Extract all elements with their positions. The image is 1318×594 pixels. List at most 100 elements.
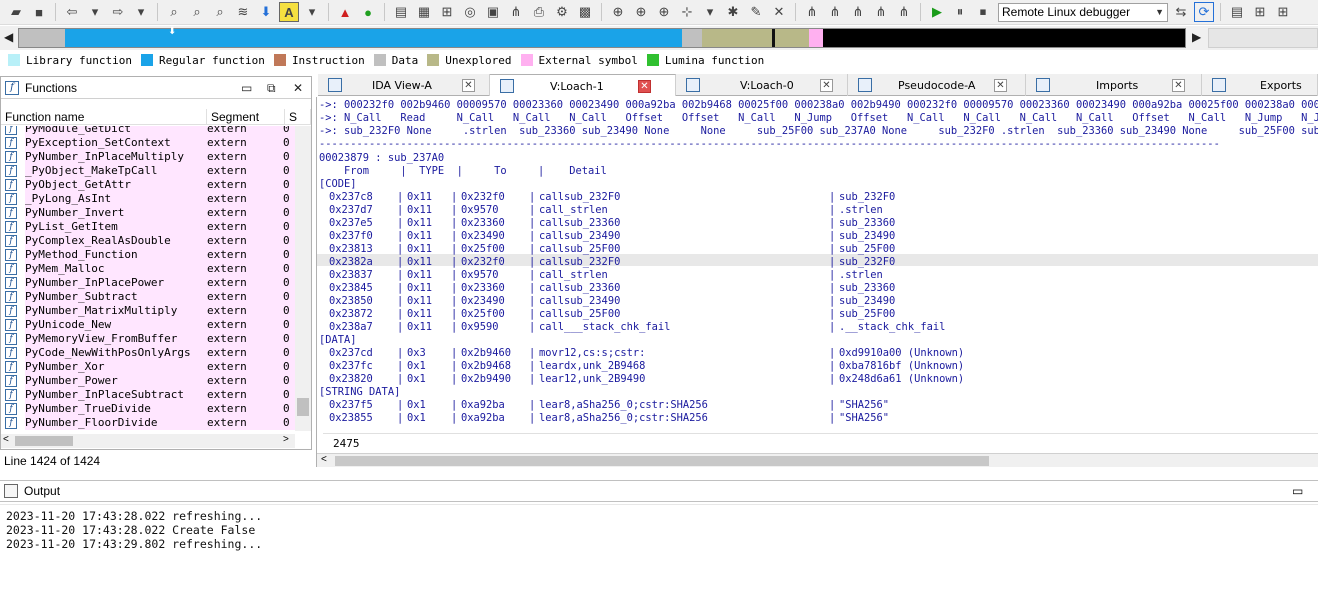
define-array-icon[interactable]: ⊹ — [677, 2, 697, 22]
functions-horizontal-scrollbar[interactable]: < > — [1, 434, 295, 448]
xref-row[interactable]: | | | | 0x23872 0x11 0x25f00 callsub_25F00 sub_2… — [317, 308, 1317, 321]
edit-icon[interactable]: ✎ — [746, 2, 766, 22]
function-row[interactable]: f PyNumber_InPlacePower extern 0 — [1, 276, 295, 290]
functions-vertical-scrollbar[interactable] — [295, 126, 311, 431]
add-breakpoint-icon[interactable]: ⊞ — [1250, 2, 1270, 22]
pause-icon[interactable]: ⏸ — [950, 2, 970, 22]
search-binary-icon[interactable]: ⌕ — [164, 2, 184, 22]
settings-icon[interactable]: ⚙ — [552, 2, 572, 22]
function-row[interactable]: f PyNumber_InPlaceMultiply extern 0 — [1, 150, 295, 164]
stop-icon[interactable]: ⏹ — [973, 2, 993, 22]
function-row[interactable]: f PyNumber_Power extern 0 — [1, 374, 295, 388]
function-row[interactable]: f PyNumber_Invert extern 0 — [1, 206, 295, 220]
tab-close-icon[interactable]: ✕ — [462, 79, 475, 92]
xref-graph-icon[interactable]: ⋔ — [802, 2, 822, 22]
xref-row[interactable]: | | | | 0x2382a 0x11 0x232f0 callsub_232F0 sub_2… — [317, 256, 1317, 269]
define-code-icon[interactable]: ⊕ — [608, 2, 628, 22]
xref-from-icon[interactable]: ⋔ — [848, 2, 868, 22]
back-dropdown-icon[interactable]: ▾ — [85, 2, 105, 22]
scroll-left-icon[interactable]: < — [321, 454, 327, 465]
function-row[interactable]: f PyMemoryView_FromBuffer extern 0 — [1, 332, 295, 346]
xref-row[interactable]: | | | | 0x23837 0x11 0x9570 call_strlen .strlen — [317, 269, 1317, 282]
text-view-icon[interactable]: ▤ — [391, 2, 411, 22]
function-row[interactable]: f _PyLong_AsInt extern 0 — [1, 192, 295, 206]
warning-triangle-icon[interactable]: ▲ — [335, 2, 355, 22]
xref-row[interactable]: | | | | 0x23855 0x1 0xa92ba lear8,aSha256_0;cst… — [317, 412, 1317, 425]
tab-imports[interactable]: Imports ✕ — [1026, 74, 1202, 96]
xref-row[interactable]: | | | | 0x23813 0x11 0x25f00 callsub_25F00 sub_2… — [317, 243, 1317, 256]
tab-close-icon[interactable]: ✕ — [1172, 79, 1185, 92]
close-x-icon[interactable]: ✕ — [769, 2, 789, 22]
xref-row[interactable]: | | | | 0x23845 0x11 0x23360 callsub_23360 sub_2… — [317, 282, 1317, 295]
tab-ida-view-a[interactable]: IDA View-A ✕ — [318, 74, 490, 96]
green-circle-icon[interactable]: ● — [358, 2, 378, 22]
xref-horizontal-scrollbar[interactable]: < — [317, 453, 1318, 467]
xref-row[interactable]: | | | | 0x237f0 0x11 0x23490 callsub_23490 sub_2… — [317, 230, 1317, 243]
function-row[interactable]: f PyCode_NewWithPosOnlyArgs extern 0 — [1, 346, 295, 360]
call-graph-icon[interactable]: ⋔ — [506, 2, 526, 22]
column-start[interactable]: S — [285, 109, 311, 125]
xref-row[interactable]: | | | | 0x237cd 0x3 0x2b9460 movr12,cs:s;cstr: 0… — [317, 347, 1317, 360]
tab-v-loach-0[interactable]: V:Loach-0 ✕ — [676, 74, 848, 96]
column-segment[interactable]: Segment — [207, 109, 285, 125]
navigation-bar[interactable] — [18, 28, 1186, 48]
proximity-icon[interactable]: ◎ — [460, 2, 480, 22]
xref-row[interactable]: | | | | 0x237f5 0x1 0xa92ba lear8,aSha256_0;cst… — [317, 399, 1317, 412]
user-xref-icon[interactable]: ⋔ — [871, 2, 891, 22]
structures-icon[interactable]: ▣ — [483, 2, 503, 22]
function-row[interactable]: f PyNumber_FloorDivide extern 0 — [1, 416, 295, 430]
restore-window-icon[interactable]: ⧉ — [267, 81, 276, 96]
function-row[interactable]: f PyMethod_Function extern 0 — [1, 248, 295, 262]
function-row[interactable]: f PyNumber_TrueDivide extern 0 — [1, 402, 295, 416]
nav-scroll-right-icon[interactable]: ▶ — [1192, 30, 1201, 44]
scrollbar-thumb[interactable] — [15, 436, 73, 446]
forward-dropdown-icon[interactable]: ▾ — [131, 2, 151, 22]
xref-to-icon[interactable]: ⋔ — [825, 2, 845, 22]
open-folder-icon[interactable]: ▰ — [6, 2, 26, 22]
xref-row[interactable]: | | | | 0x23850 0x11 0x23490 callsub_23490 sub_2… — [317, 295, 1317, 308]
search-text-icon[interactable]: ⌕ — [187, 2, 207, 22]
tab-pseudocode-a[interactable]: Pseudocode-A ✕ — [848, 74, 1026, 96]
xref-row[interactable]: | | | | 0x237e5 0x11 0x23360 callsub_23360 sub_2… — [317, 217, 1317, 230]
xref-row[interactable]: | | | | 0x237c8 0x11 0x232f0 callsub_232F0 sub_2… — [317, 191, 1317, 204]
jump-down-arrow-icon[interactable]: ⬇ — [256, 2, 276, 22]
function-row[interactable]: f _PyObject_MakeTpCall extern 0 — [1, 164, 295, 178]
define-dropdown-icon[interactable]: ▾ — [700, 2, 720, 22]
float-window-icon[interactable]: ▭ — [241, 81, 252, 95]
breakpoint-list-icon[interactable]: ▤ — [1227, 2, 1247, 22]
function-row[interactable]: f PyComplex_RealAsDouble extern 0 — [1, 234, 295, 248]
search-immediate-icon[interactable]: ⌕ — [210, 2, 230, 22]
forward-arrow-icon[interactable]: ⇨ — [108, 2, 128, 22]
scroll-right-icon[interactable]: > — [283, 434, 289, 445]
function-row[interactable]: f PyModule_GetDict extern 0 — [1, 126, 295, 136]
close-icon[interactable]: ✕ — [293, 81, 303, 95]
xref-row[interactable]: | | | | 0x238a7 0x11 0x9590 call___stack_chk_fa… — [317, 321, 1317, 334]
search-sequence-icon[interactable]: ≋ — [233, 2, 253, 22]
function-row[interactable]: f PyException_SetContext extern 0 — [1, 136, 295, 150]
tab-close-icon[interactable]: ✕ — [994, 79, 1007, 92]
text-highlight-icon[interactable]: A — [279, 2, 299, 22]
xref-row[interactable]: | | | | 0x237d7 0x11 0x9570 call_strlen .strlen — [317, 204, 1317, 217]
graph-view-icon[interactable]: ⊞ — [437, 2, 457, 22]
back-arrow-icon[interactable]: ⇦ — [62, 2, 82, 22]
xref-row[interactable]: | | | | 0x23820 0x1 0x2b9490 lear12,unk_2B9490 0… — [317, 373, 1317, 386]
tab-close-icon[interactable]: ✕ — [638, 80, 651, 93]
nav-scroll-area[interactable] — [1208, 28, 1318, 48]
scrollbar-thumb[interactable] — [297, 398, 309, 416]
xref-view[interactable]: ->: 000232f0 002b9460 00009570 00023360 … — [316, 97, 1318, 467]
define-string-icon[interactable]: ⊕ — [654, 2, 674, 22]
highlight-dropdown-icon[interactable]: ▾ — [302, 2, 322, 22]
run-play-icon[interactable]: ▶ — [927, 2, 947, 22]
flow-chart-icon[interactable]: ⋔ — [894, 2, 914, 22]
function-row[interactable]: f PyUnicode_New extern 0 — [1, 318, 295, 332]
function-row[interactable]: f PyObject_GetAttr extern 0 — [1, 178, 295, 192]
output-console[interactable]: 2023-11-20 17:43:28.022 refreshing... 202… — [0, 504, 1318, 594]
function-row[interactable]: f PyNumber_InPlaceSubtract extern 0 — [1, 388, 295, 402]
trace-icon[interactable]: ⊞ — [1273, 2, 1293, 22]
define-data-icon[interactable]: ⊕ — [631, 2, 651, 22]
debug-chip-icon[interactable]: ⟳ — [1194, 2, 1214, 22]
patch-icon[interactable]: ✱ — [723, 2, 743, 22]
tab-v-loach-1[interactable]: V:Loach-1 ✕ — [490, 74, 676, 96]
scroll-left-icon[interactable]: < — [3, 434, 9, 445]
scrollbar-thumb[interactable] — [335, 456, 989, 466]
